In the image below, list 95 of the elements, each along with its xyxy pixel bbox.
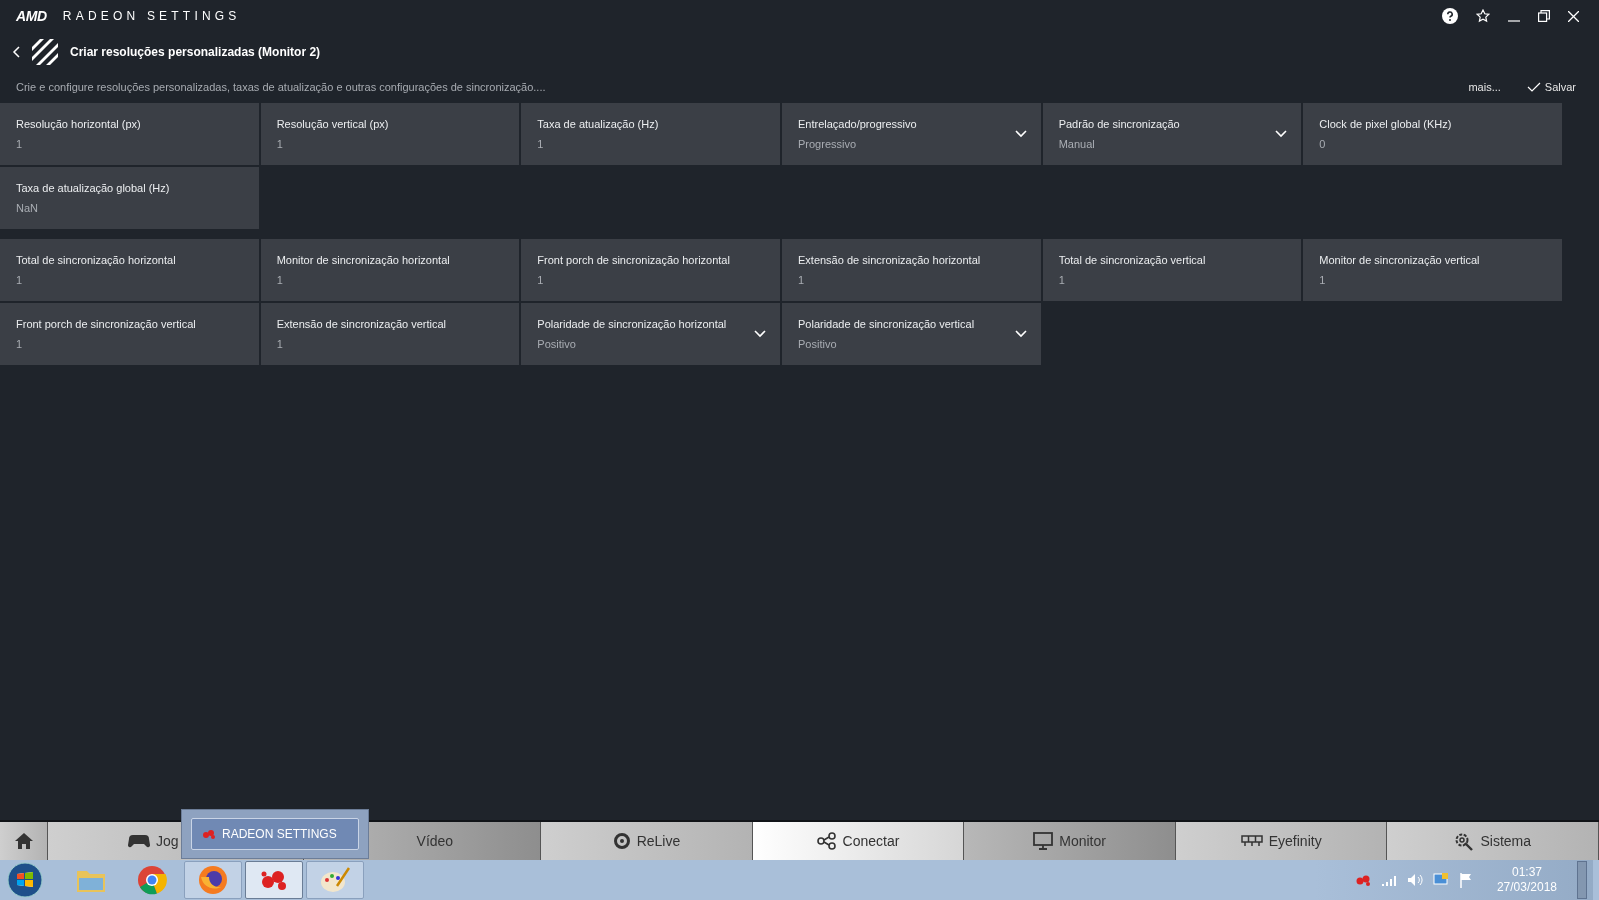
monitor-icon	[1033, 832, 1054, 850]
nav-tab[interactable]: ReLive	[541, 822, 753, 860]
palette-icon	[320, 866, 350, 894]
monitor-icon[interactable]	[1432, 872, 1449, 888]
taskbar-app[interactable]	[245, 861, 303, 899]
stripes-icon	[32, 39, 58, 65]
field-label: Front porch de sincronização horizontal	[537, 253, 731, 268]
fox-globe-icon	[198, 865, 228, 895]
input-field[interactable]: Clock de pixel global (KHz) 0	[1303, 103, 1562, 165]
field-value: 1	[537, 272, 545, 288]
radeon-icon	[202, 829, 216, 839]
field-label: Entrelaçado/progressivo	[798, 117, 918, 132]
nav-tab[interactable]: Conectar	[752, 822, 965, 860]
dropdown-field[interactable]: Polaridade de sincronização horizontal Positivo	[521, 303, 780, 365]
field-label: Resolução horizontal (px)	[16, 117, 142, 132]
field-label: Total de sincronização horizontal	[16, 253, 177, 268]
nav-tab[interactable]: Eyefinity	[1175, 822, 1388, 860]
dropdown-field[interactable]: Entrelaçado/progressivo Progressivo	[782, 103, 1041, 165]
chevron-down-icon	[1014, 130, 1027, 138]
taskbar-app[interactable]	[306, 861, 364, 899]
field-value: 1	[16, 272, 24, 288]
input-field[interactable]: Taxa de atualização (Hz) 1	[521, 103, 780, 165]
input-field[interactable]: Resolução horizontal (px) 1	[0, 103, 259, 165]
field-value: 1	[16, 136, 24, 152]
flag-icon[interactable]	[1458, 872, 1473, 888]
dropdown-field[interactable]: Padrão de sincronização Manual	[1042, 103, 1302, 165]
page-description: Crie e configure resoluções personalizadas, taxas de atualização e outras configurações de sincronização....	[16, 79, 546, 95]
field-label: Extensão de sincronização vertical	[276, 317, 448, 332]
field-value: 1	[537, 136, 545, 152]
field-value: Positivo	[798, 336, 838, 352]
field-value: 1	[16, 336, 24, 352]
chevron-down-icon	[1014, 330, 1027, 338]
relive-icon	[612, 832, 631, 850]
input-field[interactable]: Resolução vertical (px) 1	[260, 103, 520, 165]
input-field[interactable]: Taxa de atualização global (Hz) NaN	[0, 167, 259, 229]
field-label: Padrão de sincronização	[1058, 117, 1181, 132]
save-button[interactable]: Salvar	[1526, 78, 1576, 96]
nav-tab[interactable]: Sistema	[1387, 822, 1599, 860]
input-field[interactable]: Total de sincronização horizontal 1	[0, 239, 259, 301]
field-label: Clock de pixel global (KHz)	[1319, 117, 1453, 132]
chevron-down-icon	[754, 330, 766, 338]
chevron-down-icon	[1275, 130, 1288, 138]
home-tab[interactable]	[0, 822, 48, 860]
field-label: Taxa de atualização (Hz)	[537, 117, 660, 132]
nav-tab[interactable]: Monitor	[964, 822, 1176, 860]
speaker-icon[interactable]	[1406, 873, 1423, 887]
taskbar-app[interactable]	[184, 861, 242, 899]
help-icon[interactable]	[1442, 8, 1458, 24]
input-field[interactable]: Monitor de sincronização vertical 1	[1303, 239, 1562, 301]
dropdown-field[interactable]: Polaridade de sincronização vertical Positivo	[782, 303, 1041, 365]
field-value: 1	[798, 272, 806, 288]
field-value: Positivo	[537, 336, 577, 352]
field-value: NaN	[16, 200, 39, 216]
input-field[interactable]: Front porch de sincronização vertical 1	[0, 303, 259, 365]
field-label: Polaridade de sincronização vertical	[798, 317, 976, 332]
input-field[interactable]: Total de sincronização vertical 1	[1042, 239, 1302, 301]
gamepad-icon	[128, 834, 150, 848]
gear-wrench-icon	[1454, 831, 1475, 851]
input-field[interactable]: Monitor de sincronização horizontal 1	[260, 239, 520, 301]
displays-icon	[1240, 835, 1263, 847]
radeon-icon	[259, 869, 289, 891]
field-value: Manual	[1058, 136, 1096, 152]
restore-icon[interactable]	[1538, 10, 1550, 22]
input-field[interactable]: Extensão de sincronização horizontal 1	[782, 239, 1041, 301]
more-link[interactable]: mais...	[1468, 78, 1501, 96]
start-button[interactable]	[6, 861, 44, 899]
check-icon	[1526, 82, 1541, 92]
field-label: Monitor de sincronização horizontal	[276, 253, 451, 268]
field-value: 1	[276, 336, 284, 352]
field-value: 1	[276, 136, 284, 152]
field-label: Polaridade de sincronização horizontal	[537, 317, 728, 332]
field-value: 0	[1319, 136, 1327, 152]
field-label: Taxa de atualização global (Hz)	[16, 181, 171, 196]
radeon-icon[interactable]	[1354, 874, 1371, 886]
field-label: Resolução vertical (px)	[276, 117, 390, 132]
field-value: 1	[276, 272, 284, 288]
field-label: Monitor de sincronização vertical	[1319, 253, 1481, 268]
home-icon	[13, 832, 34, 850]
field-value: 1	[1058, 272, 1066, 288]
close-icon[interactable]	[1568, 10, 1579, 22]
input-field[interactable]: Front porch de sincronização horizontal 1	[521, 239, 780, 301]
field-label: Front porch de sincronização vertical	[16, 317, 197, 332]
field-value: 1	[1319, 272, 1327, 288]
field-label: Extensão de sincronização horizontal	[798, 253, 982, 268]
star-icon[interactable]	[1476, 9, 1490, 23]
app-title: RADEON SETTINGS	[62, 8, 241, 25]
share-icon	[816, 832, 837, 850]
back-icon[interactable]	[12, 46, 20, 58]
input-field[interactable]: Extensão de sincronização vertical 1	[260, 303, 520, 365]
chrome-icon	[137, 865, 167, 895]
field-label: Total de sincronização vertical	[1058, 253, 1207, 268]
field-value: Progressivo	[798, 136, 858, 152]
brand-logo: AMD	[16, 6, 47, 26]
page-title: Criar resoluções personalizadas (Monitor 2)	[70, 44, 321, 61]
taskbar-preview-item[interactable]: RADEON SETTINGS	[191, 818, 359, 850]
